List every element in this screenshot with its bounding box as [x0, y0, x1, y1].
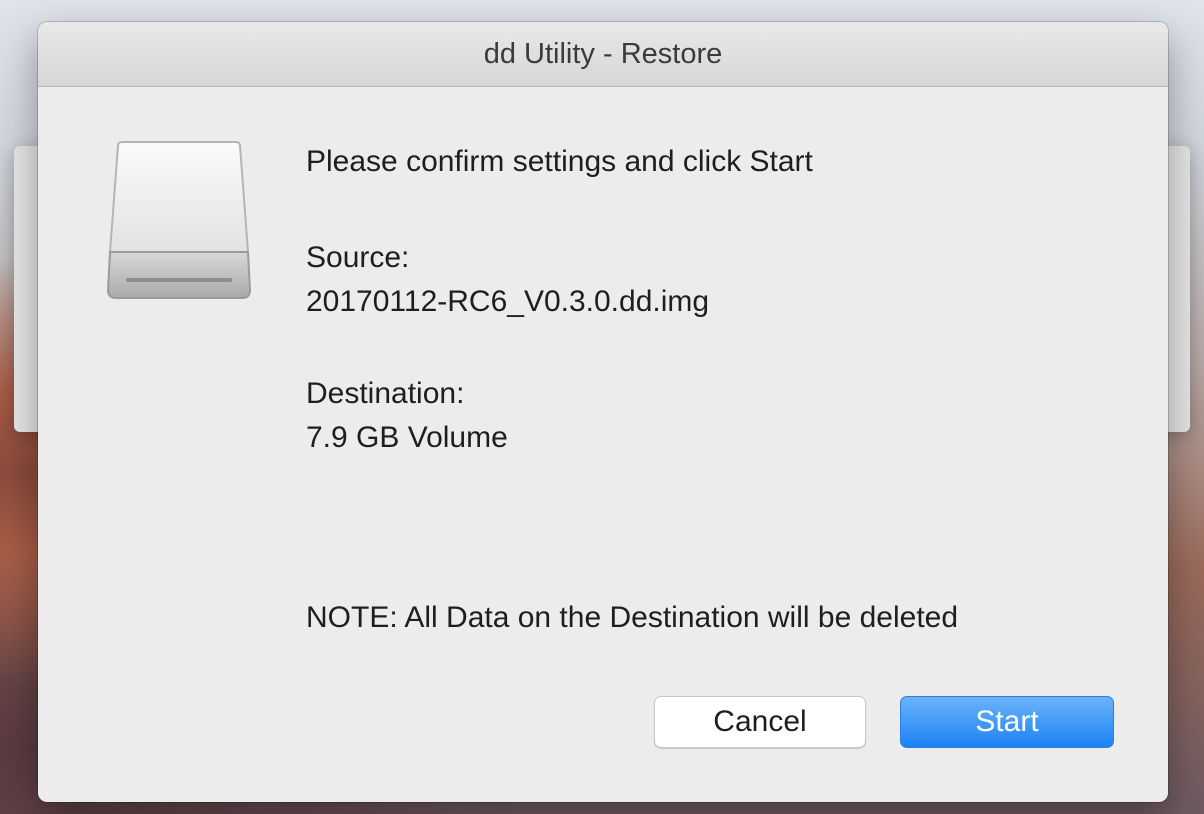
external-drive-icon: [106, 141, 252, 299]
restore-dialog: dd Utility - Restore Please confirm sett…: [38, 22, 1168, 802]
destination-label: Destination:: [306, 377, 465, 410]
confirm-prompt: Please confirm settings and click Start: [306, 145, 813, 178]
source-value: 20170112-RC6_V0.3.0.dd.img: [306, 285, 710, 318]
warning-note: NOTE: All Data on the Destination will b…: [306, 601, 959, 634]
window-title: dd Utility - Restore: [483, 37, 723, 70]
destination-value: 7.9 GB Volume: [306, 421, 508, 454]
title-bar[interactable]: dd Utility - Restore: [38, 22, 1168, 87]
cancel-button[interactable]: Cancel: [654, 696, 866, 748]
source-label: Source:: [306, 241, 410, 274]
start-button[interactable]: Start: [900, 696, 1114, 748]
